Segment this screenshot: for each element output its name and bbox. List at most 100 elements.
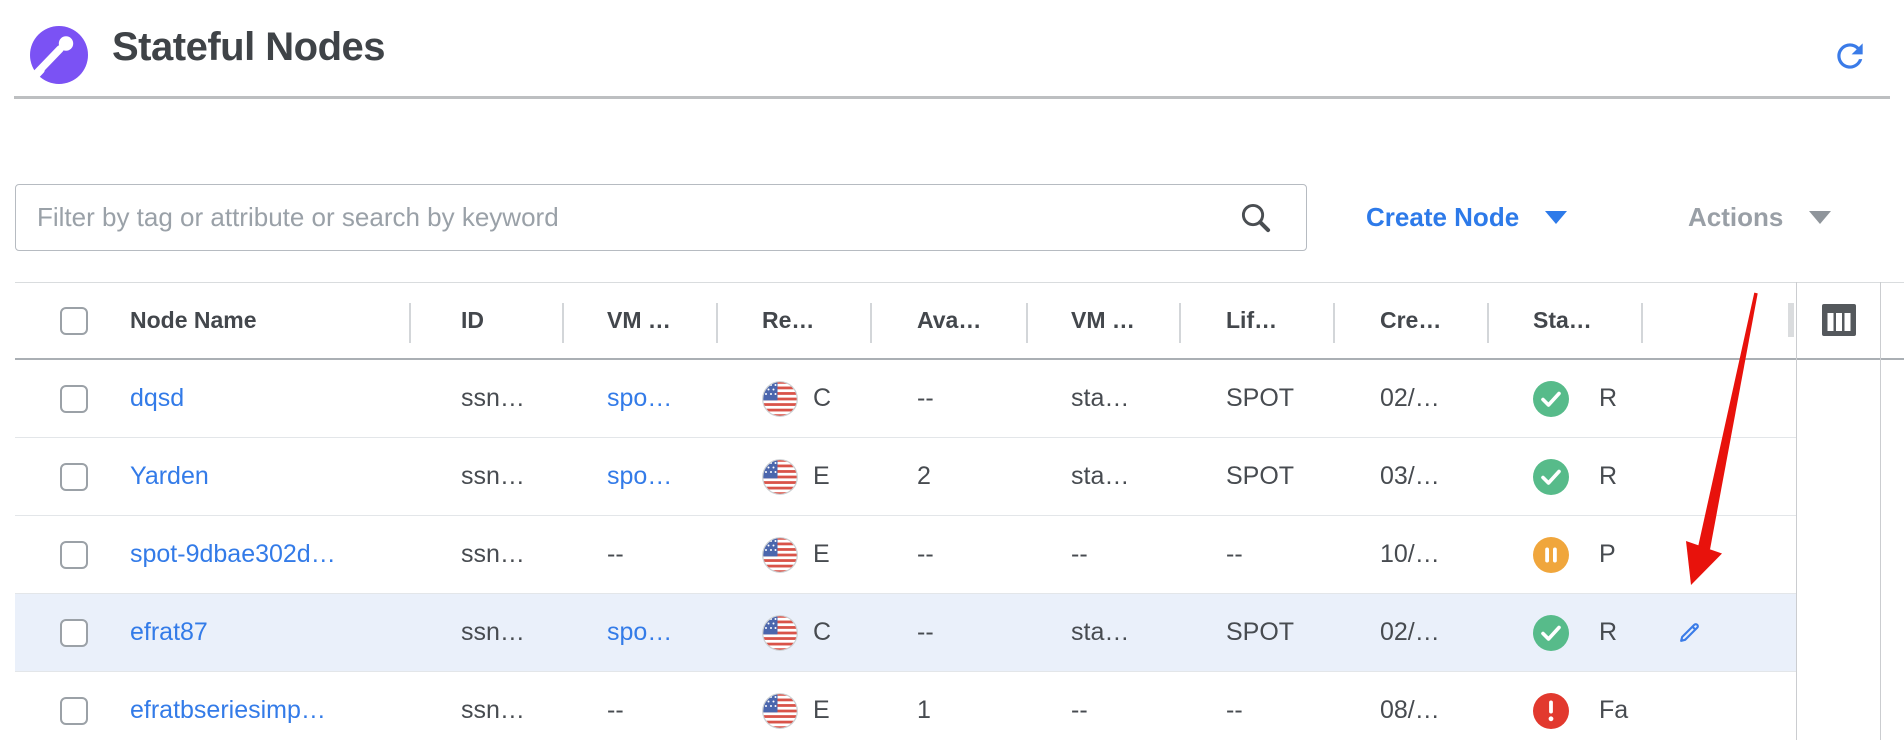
status-running-icon bbox=[1533, 381, 1569, 417]
availability-value: -- bbox=[917, 594, 934, 671]
created-date: 03/… bbox=[1380, 438, 1440, 515]
created-date: 08/… bbox=[1380, 672, 1440, 740]
status-label: R bbox=[1599, 384, 1617, 413]
vm-link[interactable]: spo… bbox=[607, 594, 672, 671]
refresh-button[interactable] bbox=[1828, 34, 1872, 78]
table-row: dqsd ssn… spo… bbox=[15, 360, 1796, 438]
chevron-down-icon bbox=[1809, 211, 1831, 224]
row-checkbox[interactable] bbox=[60, 697, 88, 725]
vm-empty: -- bbox=[607, 516, 624, 593]
table-gutter-border-right bbox=[1880, 282, 1881, 740]
node-name-link[interactable]: efratbseriesimp… bbox=[130, 672, 326, 740]
node-name-link[interactable]: efrat87 bbox=[130, 594, 208, 671]
created-date: 02/… bbox=[1380, 360, 1440, 437]
created-date: 10/… bbox=[1380, 516, 1440, 593]
us-flag-icon bbox=[762, 459, 798, 495]
search-icon[interactable] bbox=[1238, 200, 1273, 235]
column-header-created[interactable]: Cre… bbox=[1380, 283, 1441, 358]
column-separator bbox=[1026, 303, 1028, 343]
vm-status-value: sta… bbox=[1071, 594, 1129, 671]
lifecycle-value: SPOT bbox=[1226, 594, 1294, 671]
node-name-link[interactable]: spot-9dbae302d… bbox=[130, 516, 336, 593]
status-label: P bbox=[1599, 540, 1616, 569]
region-label: E bbox=[813, 540, 830, 569]
column-header-node-name[interactable]: Node Name bbox=[130, 283, 257, 358]
created-date: 02/… bbox=[1380, 594, 1440, 671]
row-checkbox[interactable] bbox=[60, 463, 88, 491]
availability-value: 1 bbox=[917, 672, 931, 740]
status-label: R bbox=[1599, 462, 1617, 491]
status-failed-icon bbox=[1533, 693, 1569, 729]
chevron-down-icon bbox=[1545, 211, 1567, 224]
table-row: Yarden ssn… spo… bbox=[15, 438, 1796, 516]
status-label: Fa bbox=[1599, 696, 1628, 725]
edit-pencil-icon bbox=[1676, 619, 1703, 646]
lifecycle-value: -- bbox=[1226, 516, 1243, 593]
status-label: R bbox=[1599, 618, 1617, 647]
column-header-id[interactable]: ID bbox=[461, 283, 484, 358]
create-node-label: Create Node bbox=[1366, 202, 1519, 233]
column-separator bbox=[409, 303, 411, 343]
region-label: C bbox=[813, 618, 831, 647]
table-row-selected: efrat87 ssn… spo… bbox=[15, 594, 1796, 672]
column-header-region[interactable]: Re… bbox=[762, 283, 814, 358]
actions-button[interactable]: Actions bbox=[1688, 184, 1831, 251]
vm-status-value: -- bbox=[1071, 672, 1088, 740]
availability-value: 2 bbox=[917, 438, 931, 515]
status-paused-icon bbox=[1533, 537, 1569, 573]
column-separator bbox=[1333, 303, 1335, 343]
row-checkbox[interactable] bbox=[60, 385, 88, 413]
vm-status-value: -- bbox=[1071, 516, 1088, 593]
node-name-link[interactable]: dqsd bbox=[130, 360, 184, 437]
column-separator bbox=[716, 303, 718, 343]
columns-picker-icon[interactable] bbox=[1822, 304, 1856, 336]
column-header-vm[interactable]: VM … bbox=[607, 283, 671, 358]
header-divider bbox=[14, 96, 1890, 99]
column-separator bbox=[562, 303, 564, 343]
lifecycle-value: -- bbox=[1226, 672, 1243, 740]
column-separator bbox=[1179, 303, 1181, 343]
node-id: ssn… bbox=[461, 672, 525, 740]
node-id: ssn… bbox=[461, 360, 525, 437]
region-label: E bbox=[813, 696, 830, 725]
select-all-checkbox[interactable] bbox=[60, 307, 88, 335]
table-row: spot-9dbae302d… ssn… -- bbox=[15, 516, 1796, 594]
lifecycle-value: SPOT bbox=[1226, 360, 1294, 437]
status-running-icon bbox=[1533, 459, 1569, 495]
availability-value: -- bbox=[917, 360, 934, 437]
region-label: E bbox=[813, 462, 830, 491]
column-header-vm-status[interactable]: VM … bbox=[1071, 283, 1135, 358]
column-header-availability[interactable]: Ava… bbox=[917, 283, 981, 358]
us-flag-icon bbox=[762, 693, 798, 729]
vm-link[interactable]: spo… bbox=[607, 438, 672, 515]
node-name-link[interactable]: Yarden bbox=[130, 438, 209, 515]
vm-status-value: sta… bbox=[1071, 438, 1129, 515]
us-flag-icon bbox=[762, 537, 798, 573]
column-header-lifecycle[interactable]: Lif… bbox=[1226, 283, 1277, 358]
row-checkbox[interactable] bbox=[60, 619, 88, 647]
stateful-nodes-page: Stateful Nodes Create Node Actions Node … bbox=[0, 0, 1904, 740]
column-header-status[interactable]: Sta… bbox=[1533, 283, 1592, 358]
column-separator bbox=[870, 303, 872, 343]
node-id: ssn… bbox=[461, 594, 525, 671]
status-running-icon bbox=[1533, 615, 1569, 651]
column-resize-handle[interactable] bbox=[1788, 303, 1794, 337]
lifecycle-value: SPOT bbox=[1226, 438, 1294, 515]
table-header: Node Name ID VM … Re… Ava… VM … Lif… Cre… bbox=[15, 282, 1904, 360]
actions-label: Actions bbox=[1688, 202, 1783, 233]
column-separator bbox=[1487, 303, 1489, 343]
region-label: C bbox=[813, 384, 831, 413]
refresh-icon bbox=[1831, 37, 1869, 75]
table-gutter-border-left bbox=[1796, 282, 1797, 740]
create-node-button[interactable]: Create Node bbox=[1366, 184, 1567, 251]
vm-link[interactable]: spo… bbox=[607, 360, 672, 437]
top-bar: Stateful Nodes bbox=[0, 0, 1904, 97]
spot-comet-logo-icon bbox=[30, 26, 88, 84]
us-flag-icon bbox=[762, 381, 798, 417]
node-id: ssn… bbox=[461, 516, 525, 593]
page-title: Stateful Nodes bbox=[112, 14, 385, 80]
row-checkbox[interactable] bbox=[60, 541, 88, 569]
edit-node-button[interactable] bbox=[1676, 594, 1703, 671]
column-separator bbox=[1641, 303, 1643, 343]
filter-input[interactable] bbox=[15, 184, 1307, 251]
